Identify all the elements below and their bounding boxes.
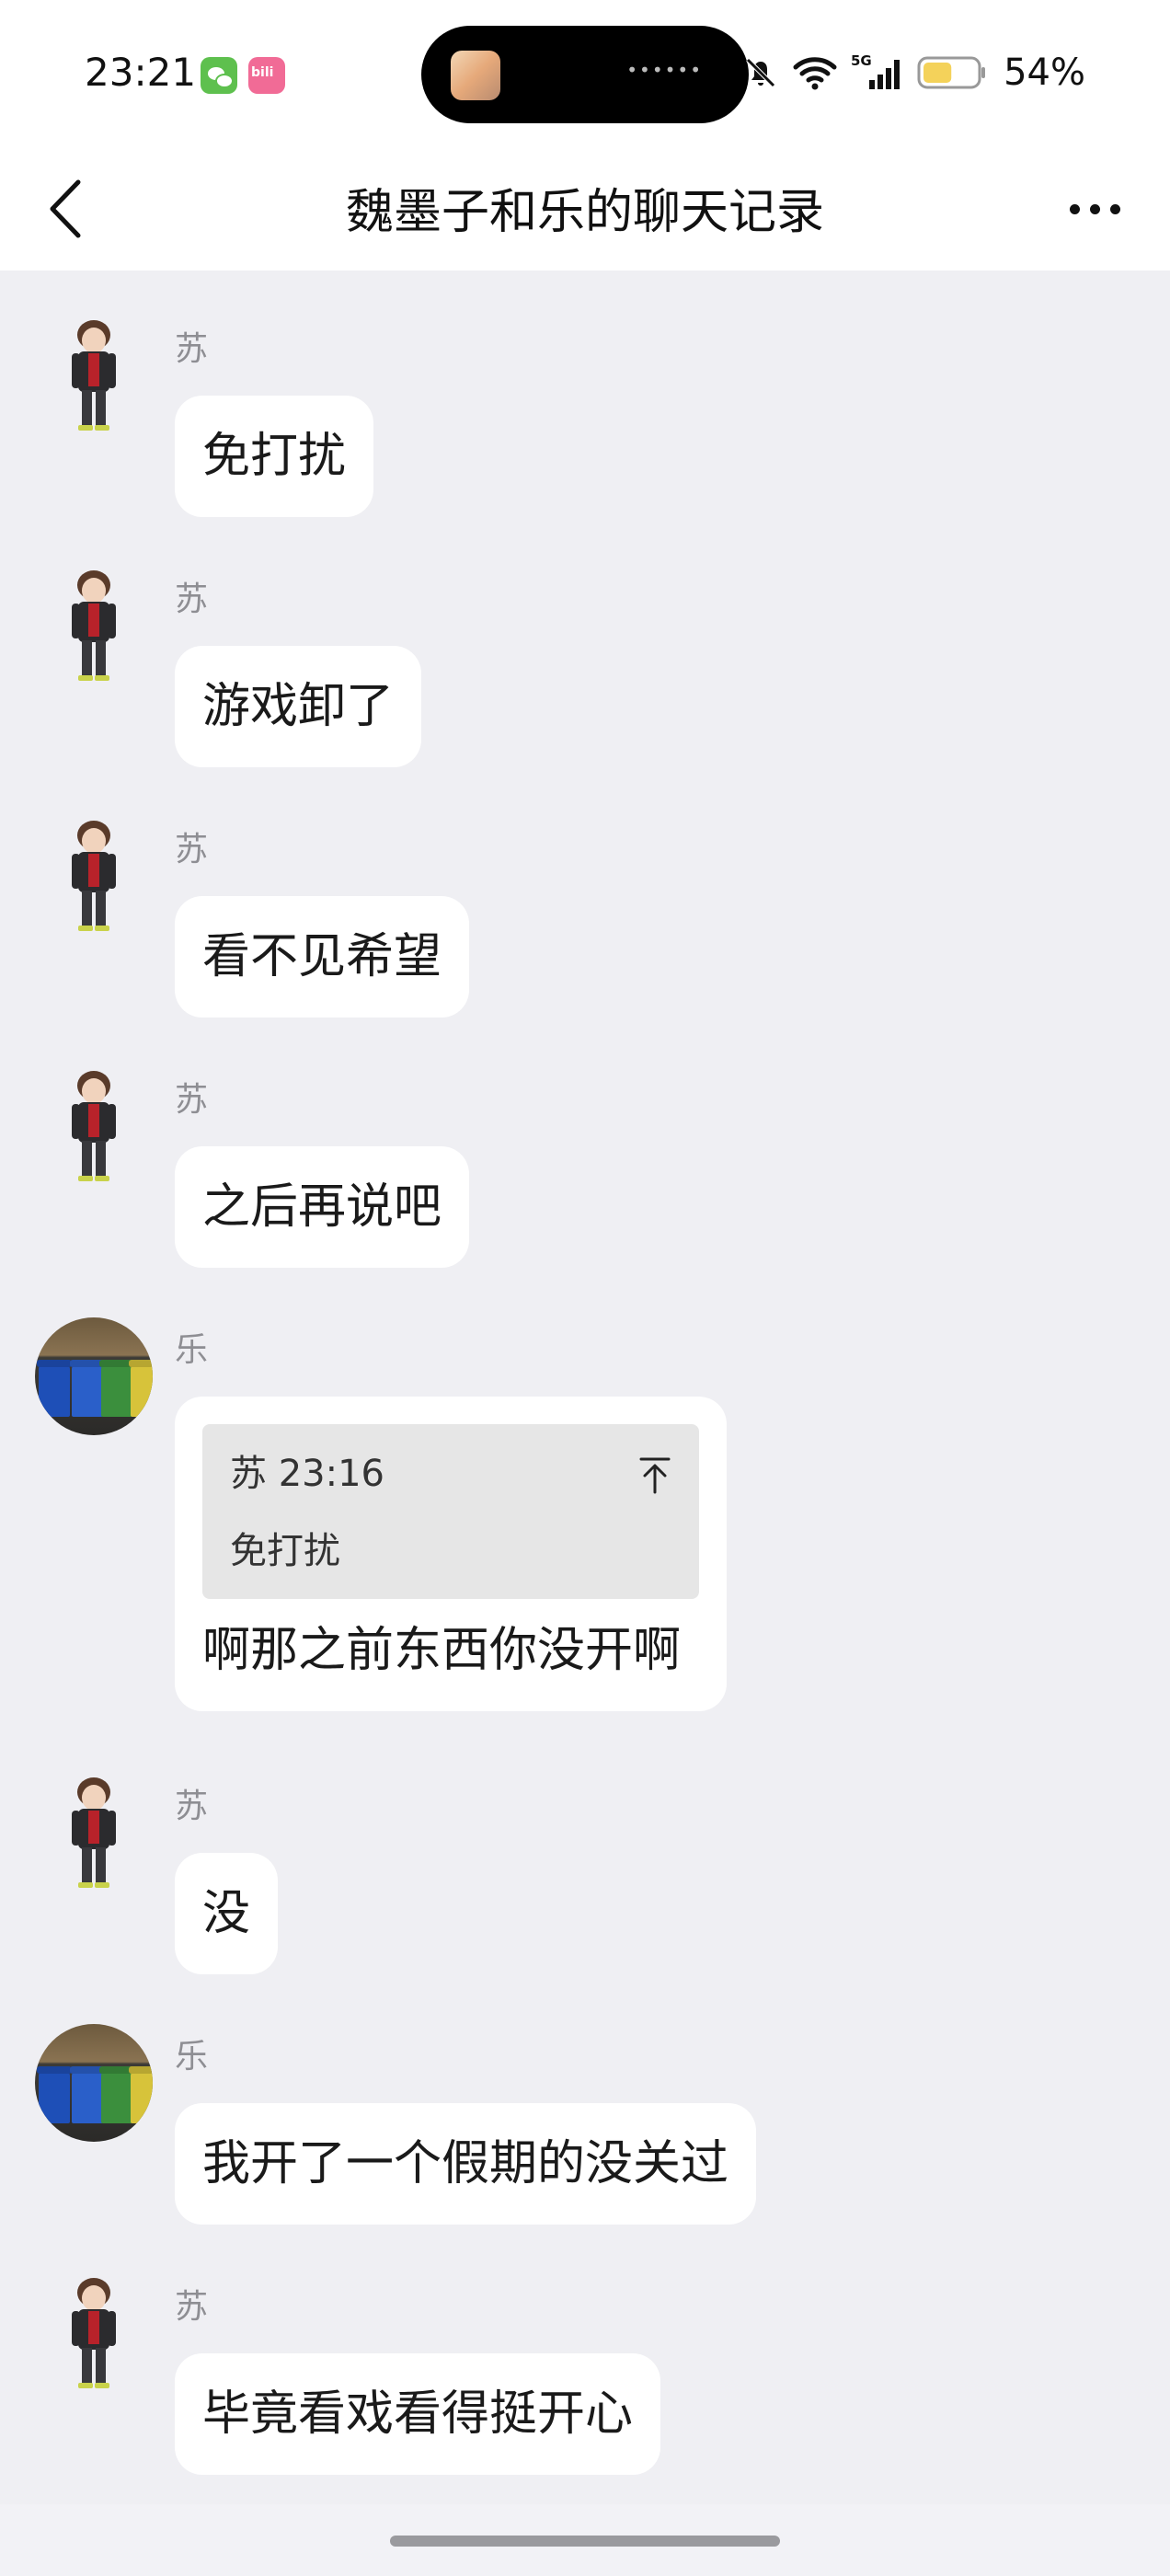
sender-name: 乐 [175,1331,209,1369]
live-activity-thumbnail [451,51,500,100]
chat-history[interactable]: 苏 免打扰 苏 游戏卸了 苏 看不见希望 苏 之后再说吧 乐 苏 23:16 免… [0,270,1170,2478]
trash-bin-icon [37,1360,72,1417]
wifi-icon [793,57,837,90]
message-bubble[interactable]: 免打扰 [175,396,374,517]
quoted-message[interactable]: 苏 23:16 免打扰 [202,1424,699,1599]
trash-bin-icon [70,1360,105,1417]
trash-bin-icon [129,1360,153,1417]
message-bubble[interactable]: 苏 23:16 免打扰 啊那之前东西你没开啊 [175,1397,727,1711]
more-options-button[interactable] [1056,180,1133,237]
trash-bin-icon [99,2066,134,2123]
trash-bin-icon [99,1360,134,1417]
jump-to-top-icon[interactable] [638,1455,671,1494]
avatar-le[interactable] [35,2024,153,2142]
more-dot-icon [1069,203,1080,214]
message-item: 苏 之后再说吧 [0,1021,1170,1271]
sender-name: 苏 [175,581,209,618]
page-title: 魏墨子和乐的聊天记录 [345,185,824,240]
avatar-su[interactable] [35,817,153,935]
sender-name: 苏 [175,1081,209,1119]
message-item: 乐 苏 23:16 免打扰 啊那之前东西你没开啊 [0,1271,1170,1728]
battery-icon [917,56,986,89]
sender-name: 苏 [175,1788,209,1825]
bilibili-icon [248,57,285,94]
dynamic-island[interactable]: •••••• [421,26,749,123]
avatar-su[interactable] [35,1067,153,1185]
character-avatar-icon [72,1071,116,1181]
message-item: 苏 免打扰 [0,270,1170,521]
message-item: 苏 看不见希望 [0,771,1170,1021]
message-text: 啊那之前东西你没开啊 [202,1623,682,1678]
message-item: 乐 我开了一个假期的没关过 [0,1978,1170,2228]
status-bar: 23:21 •••••• 5G 54% [0,0,1170,147]
message-bubble[interactable]: 之后再说吧 [175,1146,470,1268]
status-time: 23:21 [85,50,197,95]
message-bubble[interactable]: 我开了一个假期的没关过 [175,2103,757,2225]
avatar-le[interactable] [35,1317,153,1435]
trash-bin-icon [37,2066,72,2123]
mute-bell-icon [746,58,775,87]
home-indicator-area [0,2504,1170,2576]
message-bubble[interactable]: 游戏卸了 [175,646,422,767]
status-icons: 5G 54% [742,50,1085,96]
character-avatar-icon [72,821,116,931]
trash-bin-icon [129,2066,153,2123]
avatar-su[interactable] [35,567,153,684]
quote-text: 免打扰 [230,1530,340,1572]
character-avatar-icon [72,2278,116,2388]
message-item: 苏 游戏卸了 [0,521,1170,771]
avatar-su[interactable] [35,1774,153,1892]
quote-meta: 苏 23:16 [230,1453,384,1495]
message-item: 苏 毕竟看戏看得挺开心 [0,2228,1170,2478]
audio-wave-icon: •••••• [626,59,703,81]
message-bubble[interactable]: 看不见希望 [175,896,470,1018]
battery-percentage: 54% [1004,52,1085,94]
cellular-5g-icon: 5G [851,52,900,89]
sender-name: 乐 [175,2038,209,2076]
avatar-su[interactable] [35,2274,153,2392]
svg-text:5G: 5G [851,52,872,69]
character-avatar-icon [72,1777,116,1888]
avatar-su[interactable] [35,316,153,434]
wechat-icon [201,57,237,94]
message-bubble[interactable]: 没 [175,1853,279,1974]
message-item: 苏 没 [0,1728,1170,1978]
home-indicator[interactable] [390,2536,780,2547]
more-dot-icon [1109,203,1120,214]
character-avatar-icon [72,320,116,431]
sender-name: 苏 [175,330,209,368]
message-bubble[interactable]: 毕竟看戏看得挺开心 [175,2353,661,2475]
sender-name: 苏 [175,2288,209,2326]
trash-bin-icon [70,2066,105,2123]
character-avatar-icon [72,570,116,681]
nav-bar: 魏墨子和乐的聊天记录 [0,147,1170,270]
more-dot-icon [1089,203,1100,214]
sender-name: 苏 [175,831,209,868]
